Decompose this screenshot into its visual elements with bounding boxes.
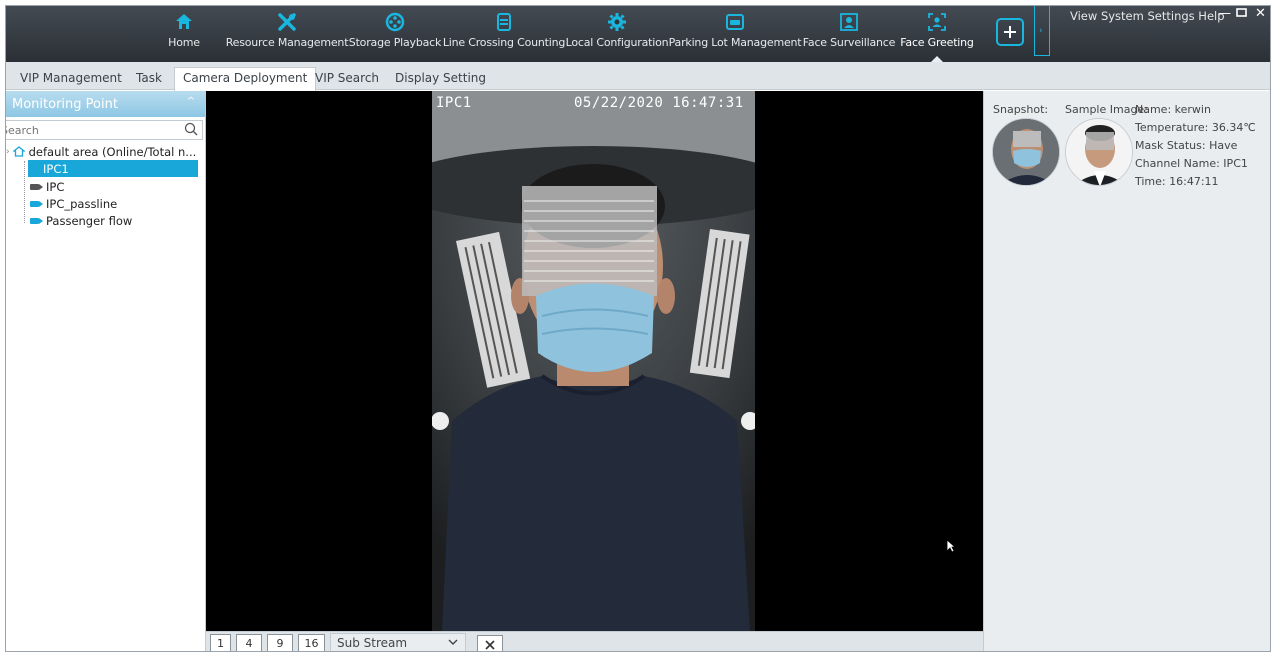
search-input[interactable]	[6, 121, 171, 139]
gear-icon	[606, 11, 628, 33]
nav-home[interactable]: Home	[166, 6, 202, 62]
close-icon	[485, 639, 495, 650]
stream-select[interactable]: Sub Stream	[330, 633, 466, 651]
tree-item-label: IPC_passline	[46, 196, 118, 211]
camera-feed-image	[432, 91, 755, 631]
video-toolbar: 1 4 9 16 Sub Stream	[206, 631, 983, 651]
car-icon	[724, 11, 746, 33]
minimize-button[interactable]: —	[1218, 6, 1231, 21]
mouse-cursor-icon	[946, 539, 956, 553]
nav-face-surveillance[interactable]: Face Surveillance	[801, 6, 897, 62]
maximize-button[interactable]	[1236, 7, 1247, 22]
nav-storage-playback[interactable]: Storage Playback	[348, 6, 442, 62]
nav-face-greeting[interactable]: Face Greeting	[899, 6, 975, 62]
close-all-views-button[interactable]	[477, 635, 503, 651]
vip-name: Name: kerwin	[1135, 103, 1211, 116]
live-view-window[interactable]: IPC1 05/22/2020 16:47:31	[206, 91, 983, 631]
chevron-right-icon: ›	[1039, 26, 1043, 36]
sample-face-image	[1066, 119, 1132, 185]
stream-select-value: Sub Stream	[337, 636, 408, 650]
tab-task[interactable]: Task	[128, 68, 170, 90]
nav-local-configuration[interactable]: Local Configuration	[566, 6, 669, 62]
monitoring-point-panel: Monitoring Point ^ › default area (Onlin…	[6, 91, 206, 651]
tab-camera-deployment[interactable]: Camera Deployment	[174, 67, 317, 91]
expand-icon[interactable]: ›	[6, 147, 10, 157]
maximize-icon	[1236, 8, 1247, 17]
close-window-button[interactable]: ✕	[1255, 6, 1266, 21]
nav-parking-lot-management[interactable]: Parking Lot Management	[669, 6, 802, 62]
tree-item-passenger-flow[interactable]: Passenger flow	[30, 212, 132, 229]
tree-item-ipc-passline[interactable]: IPC_passline	[30, 195, 117, 212]
tab-display-setting[interactable]: Display Setting	[387, 68, 494, 90]
search-icon[interactable]	[184, 122, 198, 136]
tree-root-default-area[interactable]: › default area (Online/Total n...	[6, 143, 196, 160]
line-crossing-icon	[493, 11, 515, 33]
tree-item-label: IPC1	[43, 161, 69, 176]
search-box	[6, 120, 203, 140]
wrench-screwdriver-icon	[276, 11, 298, 33]
chevron-down-icon	[448, 639, 458, 645]
sub-tab-bar: VIP Management Task Camera Deployment VI…	[6, 62, 1270, 91]
snapshot-face-image	[993, 119, 1059, 185]
snapshot-image	[992, 118, 1060, 186]
tab-vip-management[interactable]: VIP Management	[12, 68, 130, 90]
app-window: Home Resource Management Storage Playbac…	[5, 5, 1271, 652]
camera-icon	[30, 217, 43, 224]
panel-title: Monitoring Point	[12, 96, 118, 112]
nav-resource-management[interactable]: Resource Management	[226, 6, 349, 62]
timestamp-osd: 05/22/2020 16:47:31	[574, 95, 744, 111]
face-surveillance-icon	[838, 11, 860, 33]
top-navigation: Home Resource Management Storage Playbac…	[6, 6, 1270, 62]
plus-icon	[1004, 26, 1016, 38]
tab-vip-search[interactable]: VIP Search	[307, 68, 387, 90]
camera-feed-ipc1: IPC1 05/22/2020 16:47:31	[432, 91, 755, 631]
tree-item-ipc1[interactable]: IPC1	[28, 160, 198, 177]
face-greeting-icon	[926, 11, 948, 33]
tree-item-label: IPC	[46, 179, 65, 194]
mask-status: Mask Status: Have	[1135, 139, 1238, 152]
capture-time: Time: 16:47:11	[1135, 175, 1219, 188]
home-icon	[173, 11, 195, 33]
layout-9-button[interactable]: 9	[267, 634, 293, 651]
tree-item-ipc[interactable]: IPC	[30, 178, 64, 195]
layout-4-button[interactable]: 4	[236, 634, 262, 651]
tree-item-label: Passenger flow	[46, 213, 133, 228]
layout-1-button[interactable]: 1	[210, 634, 231, 651]
layout-16-button[interactable]: 16	[298, 634, 325, 651]
tree-connector	[24, 161, 25, 223]
collapse-icon[interactable]: ^	[187, 96, 195, 107]
nav-line-crossing-counting[interactable]: Line Crossing Counting	[442, 6, 566, 62]
tree-root-label: default area (Online/Total n...	[28, 144, 197, 159]
temperature-value: Temperature: 36.34℃	[1135, 121, 1256, 134]
system-menu[interactable]: View System Settings Help	[1070, 9, 1225, 23]
panel-header[interactable]: Monitoring Point ^	[6, 91, 205, 117]
area-home-icon	[12, 146, 25, 157]
channel-osd: IPC1	[436, 95, 472, 111]
greeting-info-panel: Snapshot: Sample Image: Name: kerwin Tem…	[983, 91, 1270, 651]
sample-image	[1065, 118, 1133, 186]
snapshot-label: Snapshot:	[993, 103, 1049, 116]
channel-name: Channel Name: IPC1	[1135, 157, 1248, 170]
film-reel-icon	[384, 11, 406, 33]
camera-icon	[30, 200, 43, 207]
add-tab-button[interactable]	[996, 18, 1024, 46]
camera-icon	[30, 183, 43, 190]
nav-scroll-right-button[interactable]: ›	[1034, 6, 1050, 56]
